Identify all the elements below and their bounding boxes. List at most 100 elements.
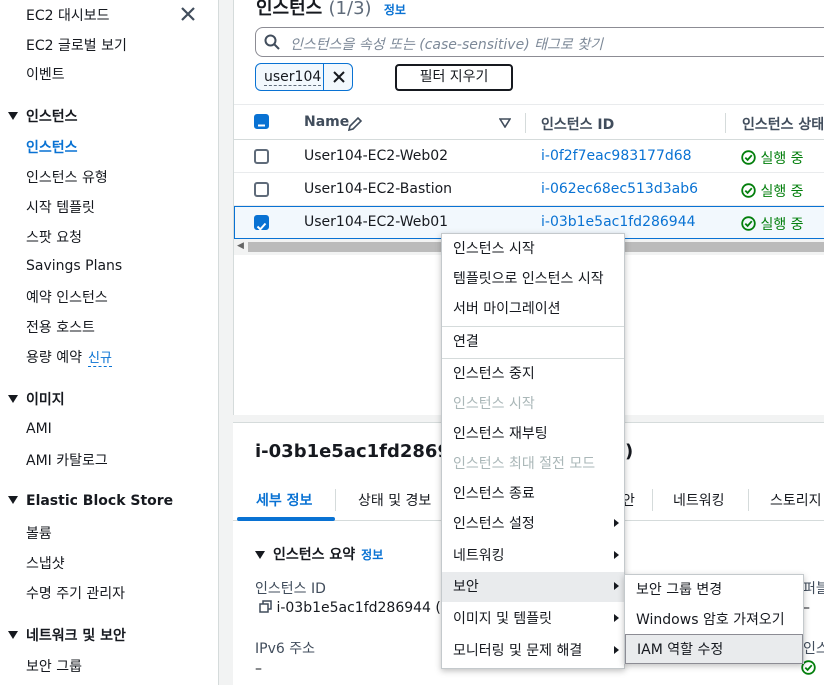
sidebar-item-capacity-reservations[interactable]: 용량 예약 신규	[26, 347, 112, 367]
submenu-item-change-security-groups[interactable]: 보안 그룹 변경	[625, 575, 803, 605]
sidebar-item-spot-requests[interactable]: 스팟 요청	[26, 227, 82, 247]
menu-item-connect[interactable]: 연결	[442, 327, 624, 357]
status-badge: 실행 중	[741, 214, 804, 234]
menu-item-security[interactable]: 보안	[442, 572, 624, 602]
submenu-arrow-icon	[614, 582, 619, 590]
caret-down-icon	[8, 631, 18, 639]
security-submenu: 보안 그룹 변경 Windows 암호 가져오기 IAM 역할 수정	[624, 574, 804, 664]
page-title: 인스턴스 (1/3) 정보	[256, 0, 406, 19]
instance-id-link[interactable]: i-062ec68ec513d3ab6	[541, 181, 698, 197]
menu-item-monitor-troubleshoot[interactable]: 모니터링 및 문제 해결	[442, 636, 624, 666]
public-ip-label: 퍼블	[803, 581, 824, 597]
menu-item-stop-instance[interactable]: 인스턴스 중지	[442, 359, 624, 389]
menu-item-reboot-instance[interactable]: 인스턴스 재부팅	[442, 419, 624, 449]
submenu-arrow-icon	[614, 646, 619, 654]
search-placeholder: 인스턴스을 속성 또는 (case-sensitive) 태그로 찾기	[290, 37, 603, 53]
check-circle-icon	[741, 216, 756, 231]
active-tab-indicator	[237, 517, 335, 521]
sidebar-item-ami[interactable]: AMI	[26, 421, 52, 437]
submenu-arrow-icon	[614, 614, 619, 622]
sidebar-item-lifecycle-manager[interactable]: 수명 주기 관리자	[26, 583, 125, 603]
menu-item-instance-settings[interactable]: 인스턴스 설정	[442, 509, 624, 539]
instance-id-link[interactable]: i-03b1e5ac1fd286944	[541, 214, 696, 230]
info-link[interactable]: 정보	[384, 3, 406, 17]
sidebar-item-instance-types[interactable]: 인스턴스 유형	[26, 167, 108, 187]
new-badge: 신규	[87, 351, 112, 367]
submenu-arrow-icon	[614, 551, 619, 559]
search-icon	[264, 34, 280, 50]
column-name[interactable]: Name	[304, 114, 349, 130]
tab-storage[interactable]: 스토리지	[770, 490, 822, 510]
sidebar-item-savings-plans[interactable]: Savings Plans	[26, 258, 122, 274]
menu-item-images-templates[interactable]: 이미지 및 템플릿	[442, 604, 624, 634]
search-input[interactable]: 인스턴스을 속성 또는 (case-sensitive) 태그로 찾기	[255, 27, 824, 57]
sidebar-section-images[interactable]: 이미지	[8, 389, 65, 409]
menu-item-terminate-instance[interactable]: 인스턴스 종료	[442, 479, 624, 509]
instance-name: User104-EC2-Bastion	[304, 181, 453, 197]
instance-id-link[interactable]: i-0f2f7eac983177d68	[541, 148, 692, 164]
submenu-item-modify-iam-role[interactable]: IAM 역할 수정	[625, 634, 803, 664]
sidebar-item-dedicated-hosts[interactable]: 전용 호스트	[26, 317, 95, 337]
check-circle-icon	[741, 183, 756, 198]
table-header: Name 인스턴스 ID 인스턴스 상태	[234, 104, 824, 140]
sort-icon[interactable]	[499, 118, 511, 128]
sidebar-item-ec2-dashboard[interactable]: EC2 대시보드	[26, 5, 110, 25]
caret-down-icon	[8, 395, 18, 403]
select-all-checkbox[interactable]	[254, 114, 269, 129]
tab-status-alarms[interactable]: 상태 및 경보	[358, 490, 431, 510]
caret-down-icon	[255, 551, 265, 559]
instance-name: User104-EC2-Web02	[304, 148, 449, 164]
sidebar: EC2 대시보드 EC2 글로벌 보기 이벤트 인스턴스 인스턴스 인스턴스 유…	[0, 0, 219, 685]
submenu-item-get-windows-password[interactable]: Windows 암호 가져오기	[625, 605, 803, 635]
minus-icon	[258, 124, 265, 127]
menu-item-networking[interactable]: 네트워킹	[442, 541, 624, 571]
filter-token-label: user104	[264, 69, 322, 86]
column-instance-id[interactable]: 인스턴스 ID	[541, 114, 614, 134]
sidebar-section-instances[interactable]: 인스턴스	[8, 106, 78, 126]
tab-details[interactable]: 세부 정보	[256, 490, 312, 510]
public-ip-value: –	[803, 600, 810, 616]
table-row[interactable]: User104-EC2-Bastion i-062ec68ec513d3ab6 …	[234, 173, 824, 206]
instance-actions-menu: 인스턴스 시작 템플릿으로 인스턴스 시작 서버 마이그레이션 연결 인스턴스 …	[441, 233, 625, 669]
filter-token[interactable]: user104	[255, 63, 353, 91]
instance-id-value: i-03b1e5ac1fd286944 (U	[259, 600, 451, 616]
menu-item-server-migration[interactable]: 서버 마이그레이션	[442, 294, 624, 324]
scroll-left-icon[interactable]: ◀	[237, 241, 244, 251]
selection-count: (1/3)	[328, 0, 372, 19]
sidebar-item-snapshots[interactable]: 스냅샷	[26, 553, 65, 573]
close-icon[interactable]	[178, 4, 198, 24]
instance-summary-header[interactable]: 인스턴스 요약 정보	[255, 544, 383, 564]
clear-filters-button[interactable]: 필터 지우기	[395, 64, 513, 91]
tab-networking[interactable]: 네트워킹	[673, 490, 725, 510]
sidebar-item-reserved-instances[interactable]: 예약 인스턴스	[26, 287, 108, 307]
sidebar-item-instances[interactable]: 인스턴스	[26, 137, 78, 157]
row-checkbox[interactable]	[254, 182, 269, 197]
row-checkbox[interactable]	[254, 149, 269, 164]
sidebar-item-security-groups[interactable]: 보안 그룹	[26, 656, 82, 676]
instance-state-label: 인스	[803, 641, 824, 657]
sidebar-item-events[interactable]: 이벤트	[26, 64, 65, 84]
copy-icon[interactable]	[259, 600, 272, 613]
remove-filter-icon[interactable]	[329, 67, 349, 87]
row-checkbox[interactable]	[254, 215, 269, 231]
info-link[interactable]: 정보	[361, 548, 383, 562]
status-badge: 실행 중	[741, 148, 804, 168]
checkmark-icon	[256, 222, 267, 231]
instance-id-label: 인스턴스 ID	[255, 581, 326, 597]
sidebar-section-network-security[interactable]: 네트워크 및 보안	[8, 625, 126, 645]
submenu-arrow-icon	[614, 519, 619, 527]
ipv6-label: IPv6 주소	[255, 641, 315, 657]
detail-title-suffix: )	[625, 441, 634, 462]
sidebar-item-volumes[interactable]: 볼륨	[26, 523, 52, 543]
sidebar-item-global-view[interactable]: EC2 글로벌 보기	[26, 35, 127, 55]
sidebar-item-launch-templates[interactable]: 시작 템플릿	[26, 197, 95, 217]
table-row[interactable]: User104-EC2-Web02 i-0f2f7eac983177d68 실행…	[234, 140, 824, 173]
menu-item-launch-from-template[interactable]: 템플릿으로 인스턴스 시작	[442, 264, 624, 294]
sidebar-item-ami-catalog[interactable]: AMI 카탈로그	[26, 450, 108, 470]
menu-item-launch-instance[interactable]: 인스턴스 시작	[442, 234, 624, 264]
column-instance-state[interactable]: 인스턴스 상태	[742, 114, 824, 134]
caret-down-icon	[8, 112, 18, 120]
sidebar-section-ebs[interactable]: Elastic Block Store	[8, 493, 173, 509]
menu-item-start-instance: 인스턴스 시작	[453, 396, 535, 412]
caret-down-icon	[8, 496, 18, 504]
